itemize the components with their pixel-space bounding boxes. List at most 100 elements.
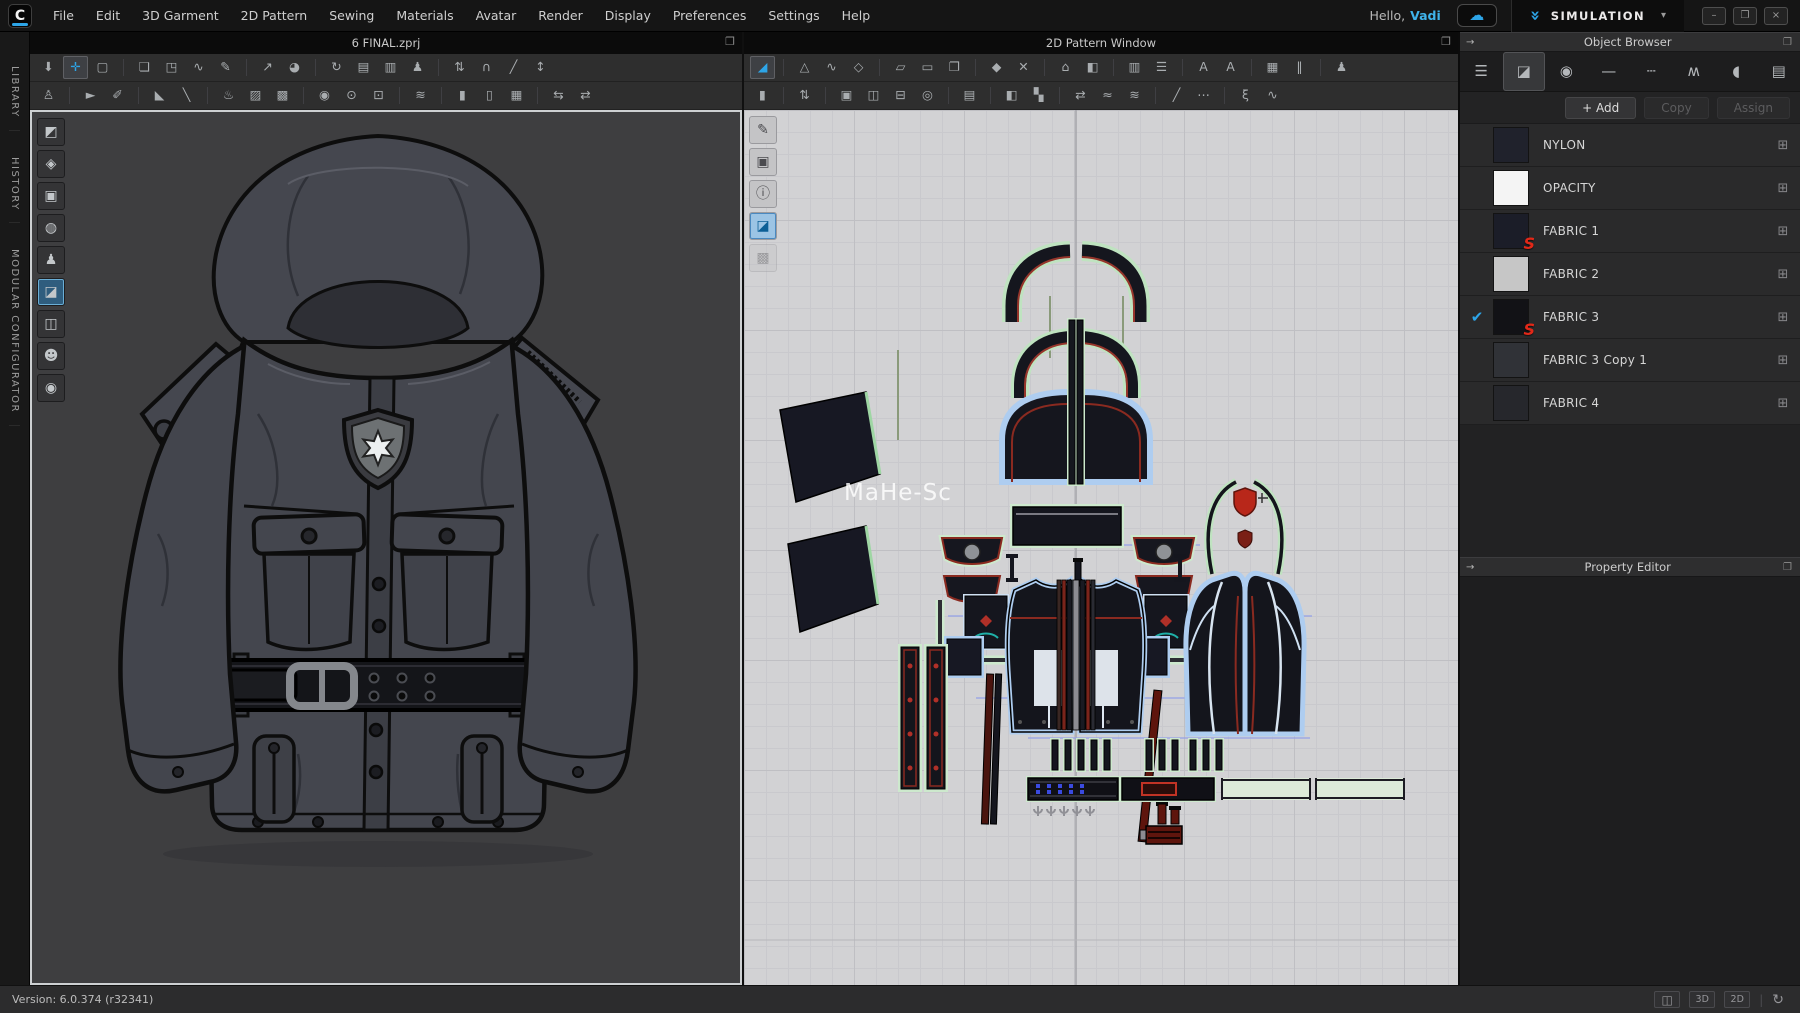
add-fabric-button[interactable]: + Add [1565,97,1636,119]
menu-item[interactable]: Render [527,0,594,31]
menu-item[interactable]: 2D Pattern [230,0,319,31]
fabric-roll-icon[interactable]: ▮ [450,84,475,107]
refit-garment-icon[interactable]: ▥ [378,56,403,79]
menu-item[interactable]: Edit [85,0,131,31]
show-seam-icon[interactable]: ◫ [37,310,65,338]
placket-strip-pieces[interactable] [1057,558,1095,730]
view-2d-button[interactable]: 2D [1724,991,1750,1008]
3d-viewport[interactable]: ◩ ◈ ▣ ◍ ♟ ◪ ◫ ☻ ◉ [30,110,742,985]
restore-button[interactable]: ❐ [1733,7,1757,25]
add-point-icon[interactable]: ◇ [846,56,871,79]
align-center-icon[interactable]: ⇆ [546,84,571,107]
fold-sew-icon[interactable]: ◧ [999,84,1024,107]
show-avatar-icon[interactable]: ♟ [37,246,65,274]
polygon-tool-icon[interactable]: ▱ [888,56,913,79]
fabric-flat-icon[interactable]: ▯ [477,84,502,107]
add-to-library-icon[interactable]: ⊞ [1766,310,1800,325]
assign-fabric-button[interactable]: Assign [1717,97,1790,119]
detect-sew-icon[interactable]: ◎ [915,84,940,107]
pattern-copy-icon[interactable]: ❐ [942,56,967,79]
show-stroke-2d-icon[interactable]: ✎ [749,116,777,144]
tab-tape[interactable]: ▤ [1758,52,1800,91]
edit-curvature-icon[interactable]: ∿ [819,56,844,79]
free-sew-icon[interactable]: ◫ [861,84,886,107]
close-button[interactable]: × [1764,7,1788,25]
popout-window-icon[interactable]: ❐ [725,35,735,48]
fabric-row[interactable]: ✔ S OPACITY ⊞ [1460,167,1800,210]
pen-3d-icon[interactable]: ✎ [213,56,238,79]
fabric-row[interactable]: ✔ S NYLON ⊞ [1460,124,1800,167]
add-to-library-icon[interactable]: ⊞ [1766,138,1800,153]
belt-loop-pieces[interactable] [1050,738,1224,772]
edit-pattern-icon[interactable]: △ [792,56,817,79]
menu-item[interactable]: Sewing [318,0,385,31]
rectangle-tool-icon[interactable]: ▭ [915,56,940,79]
sync-view-button[interactable]: ↻ [1772,992,1784,1008]
tab-topstitch[interactable]: — [1588,52,1631,91]
dots-icon[interactable]: ⋯ [1191,84,1216,107]
tab-piping[interactable]: ◖ [1715,52,1758,91]
hood-trim-curves[interactable] [1208,482,1282,574]
add-to-library-icon[interactable]: ⊞ [1766,353,1800,368]
texture-icon[interactable]: ▦ [504,84,529,107]
menu-item[interactable]: Materials [385,0,464,31]
pattern-quality-icon[interactable]: ▩ [270,84,295,107]
2d-pattern-canvas[interactable]: ✎ ▣ ⓘ ◪ ▩ MaHe-Sc [744,110,1458,985]
collar-band-piece[interactable] [1010,504,1124,548]
multi-sew-icon[interactable]: ⊟ [888,84,913,107]
menu-item[interactable]: Help [831,0,882,31]
fabric-row[interactable]: ✔ S FABRIC 2 ⊞ [1460,253,1800,296]
show-garment-icon[interactable]: ◈ [37,150,65,178]
popout-panel-icon[interactable]: ❐ [1775,562,1800,573]
split-view-button[interactable]: ◫ [1654,991,1680,1008]
unfold-icon[interactable]: ⇅ [792,84,817,107]
popout-panel-icon[interactable]: ❐ [1775,37,1800,48]
tab-puckering[interactable]: ʍ [1673,52,1716,91]
pin-select-icon[interactable]: ► [78,84,103,107]
text-style-icon[interactable]: A [1218,56,1243,79]
edit-pattern-3d-icon[interactable]: ◳ [159,56,184,79]
cloth-split-icon[interactable]: ◧ [1080,56,1105,79]
simulation-toggle[interactable]: « SIMULATION ▾ [1511,0,1684,32]
distribute-icon[interactable]: ⇄ [573,84,598,107]
fold-arrangement-icon[interactable]: ▤ [351,56,376,79]
button-icon[interactable]: ◉ [312,84,337,107]
stroke-icon[interactable]: ╲ [174,84,199,107]
menu-item[interactable]: Settings [757,0,830,31]
avatar-fit-icon[interactable]: ♟ [405,56,430,79]
show-avatar-head-icon[interactable]: ☻ [37,342,65,370]
select-box-icon[interactable]: ▢ [90,56,115,79]
show-garment-thick-icon[interactable]: ▣ [37,182,65,210]
menu-item[interactable]: Display [594,0,662,31]
tab-button[interactable]: ◉ [1545,52,1588,91]
sew-machine-icon[interactable]: ▤ [957,84,982,107]
buttonhole-icon[interactable]: ⊙ [339,84,364,107]
notch-icon[interactable]: ☰ [1149,56,1174,79]
shirring-icon[interactable]: ≋ [1122,84,1147,107]
select-move-icon[interactable]: ✛ [63,56,88,79]
fabric-row[interactable]: ✔ S FABRIC 4 ⊞ [1460,382,1800,425]
transform-pattern-icon[interactable]: ❏ [132,56,157,79]
add-to-library-icon[interactable]: ⊞ [1766,396,1800,411]
vest-back-piece[interactable] [1186,573,1304,734]
view-3d-button[interactable]: 3D [1689,991,1715,1008]
account-greeting[interactable]: Hello,Vadi [1369,8,1440,23]
add-to-library-icon[interactable]: ⊞ [1766,181,1800,196]
add-to-library-icon[interactable]: ⊞ [1766,224,1800,239]
fabric-view-icon[interactable]: ▮ [750,84,775,107]
render-style-icon[interactable]: ◩ [37,118,65,146]
show-info-2d-icon[interactable]: ⓘ [749,180,777,208]
menu-item[interactable]: 3D Garment [131,0,230,31]
avatar-2d-icon[interactable]: ♟ [1329,56,1354,79]
attach-pattern-icon[interactable]: ◣ [147,84,172,107]
pleat-icon[interactable]: ‖ [1287,56,1312,79]
walk-avatar-icon[interactable]: ♙ [36,84,61,107]
collapse-panel-icon[interactable]: → [1460,37,1480,48]
fuse-icon[interactable]: ▨ [243,84,268,107]
fabric-row[interactable]: ✔ S FABRIC 1 ⊞ [1460,210,1800,253]
pen-2d-icon[interactable]: ╱ [1164,84,1189,107]
dart-tool-icon[interactable]: ◆ [984,56,1009,79]
tape-3d-icon[interactable]: ∩ [474,56,499,79]
wave-icon[interactable]: ∿ [1260,84,1285,107]
show-pattern-icon[interactable]: ◪ [37,278,65,306]
